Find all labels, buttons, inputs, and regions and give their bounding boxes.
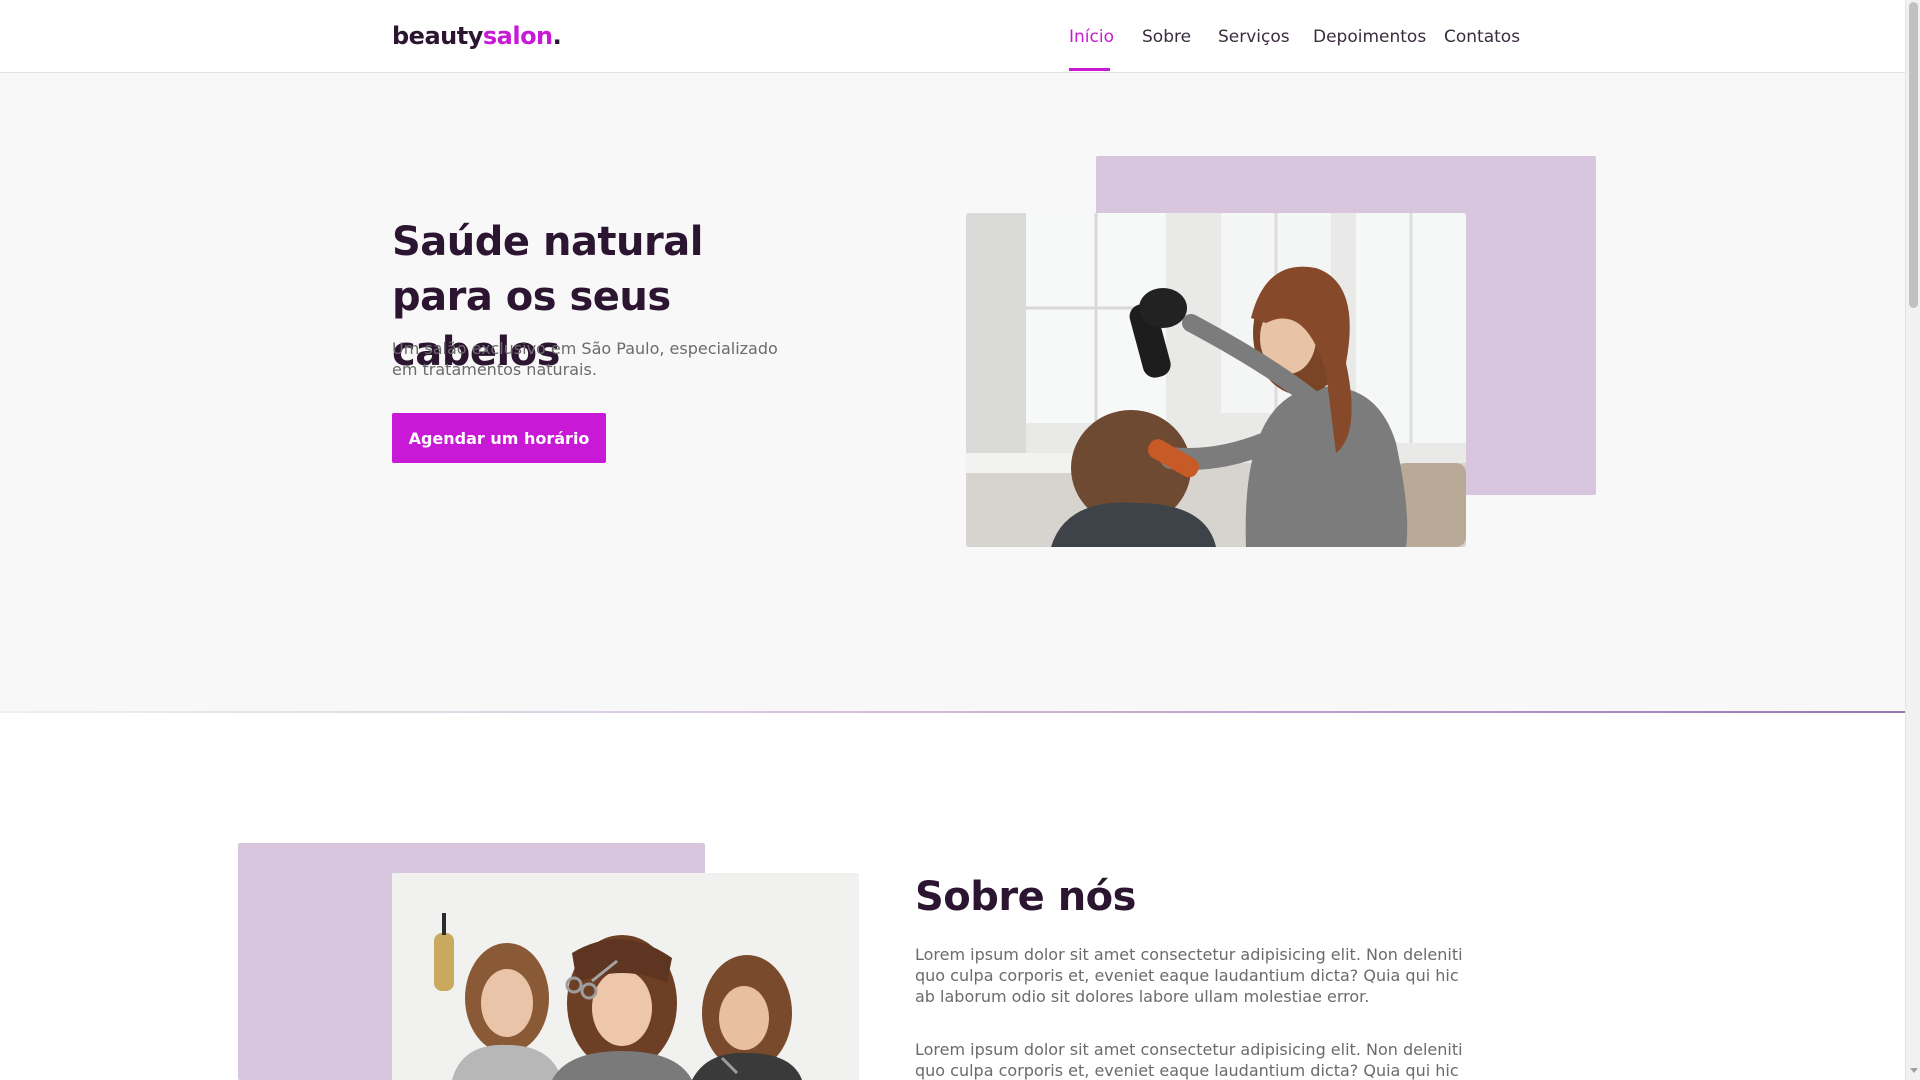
hero-divider	[0, 711, 1905, 713]
hero-salon-photo	[966, 213, 1466, 547]
about-title: Sobre nós	[915, 874, 1136, 920]
nav-item-contatos[interactable]: Contatos	[1444, 27, 1520, 47]
brand-logo-dot: .	[552, 22, 562, 50]
nav-item-sobre[interactable]: Sobre	[1142, 27, 1191, 47]
nav-active-indicator	[1069, 68, 1110, 71]
about-paragraph-2: Lorem ipsum dolor sit amet consectetur a…	[915, 1040, 1463, 1080]
scroll-down-arrow-icon[interactable]	[1910, 1068, 1918, 1073]
nav-item-servicos[interactable]: Serviços	[1218, 27, 1290, 47]
hero-section	[0, 73, 1905, 712]
nav-item-depoimentos[interactable]: Depoimentos	[1313, 27, 1426, 47]
scrollbar-thumb[interactable]	[1909, 2, 1918, 308]
page-scrollbar[interactable]	[1905, 0, 1920, 1080]
schedule-appointment-button[interactable]: Agendar um horário	[392, 413, 606, 463]
brand-logo-part2: salon	[482, 22, 553, 50]
nav-item-inicio[interactable]: Início	[1069, 27, 1114, 47]
hero-subtitle: Um salão exclusivo em São Paulo, especia…	[392, 339, 778, 379]
brand-logo-part1: beauty	[392, 22, 483, 50]
about-paragraph-1: Lorem ipsum dolor sit amet consectetur a…	[915, 945, 1463, 1006]
site-header: beautysalon. Início Sobre Serviços Depoi…	[0, 0, 1905, 73]
hero-photo-illustration	[966, 213, 1466, 547]
brand-logo[interactable]: beautysalon.	[392, 22, 562, 50]
about-photo-illustration	[392, 873, 859, 1080]
about-team-photo	[392, 873, 859, 1080]
